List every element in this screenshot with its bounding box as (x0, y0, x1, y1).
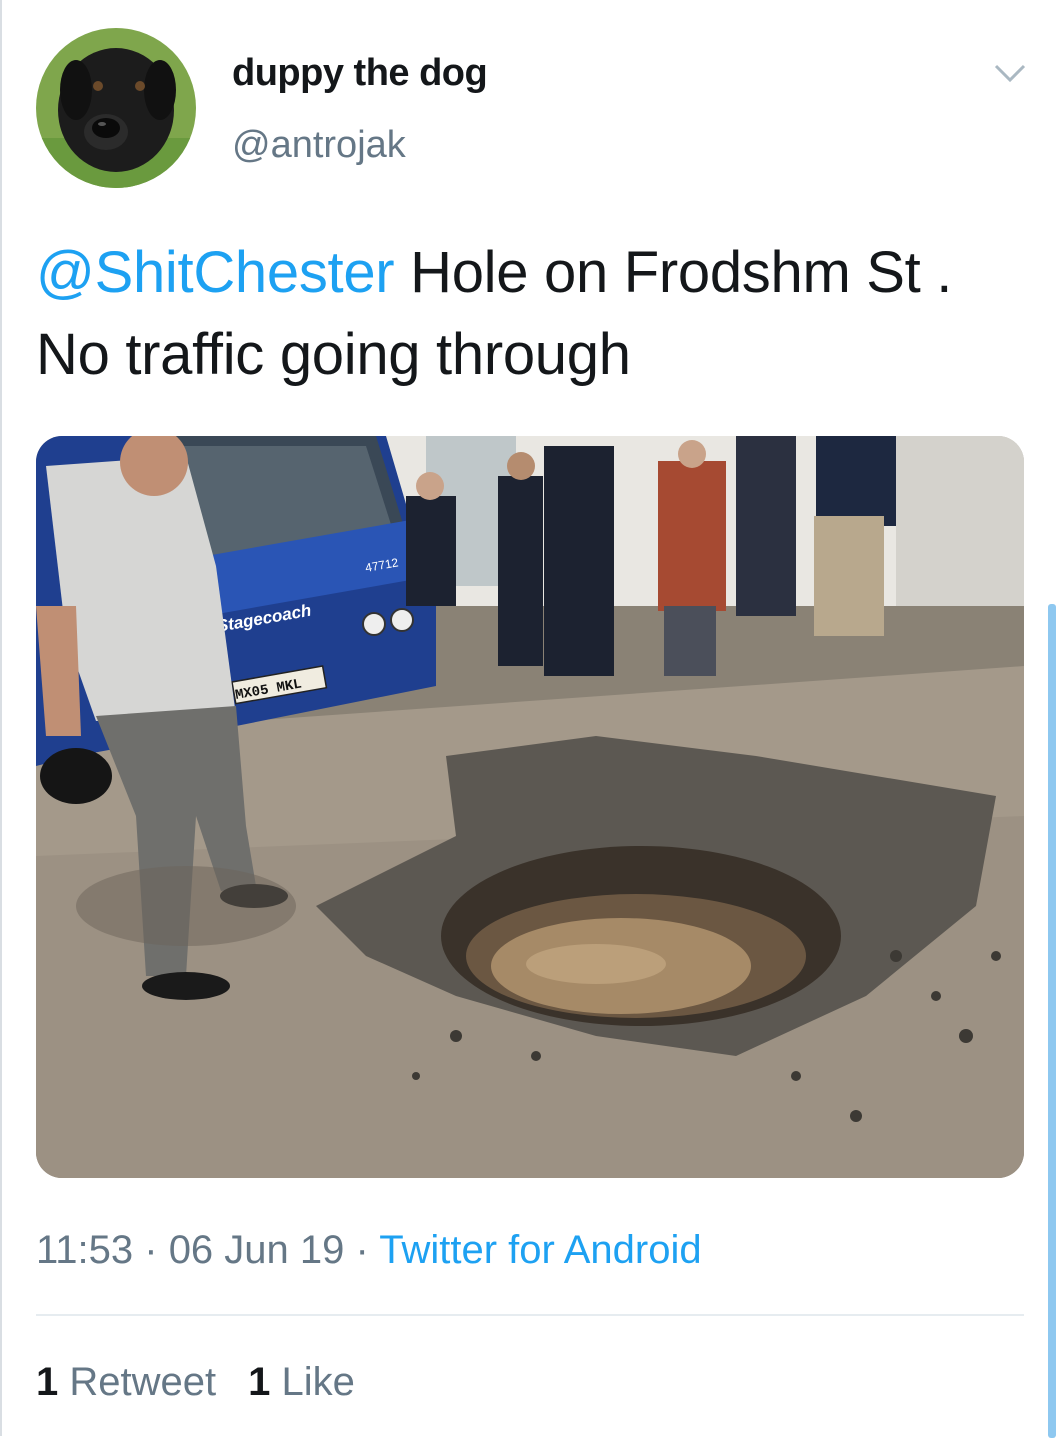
tweet-stats: 1 Retweet 1 Like (36, 1360, 387, 1405)
scrollbar[interactable] (1048, 604, 1056, 1438)
likes-stat[interactable]: 1 Like (248, 1360, 355, 1404)
tweet-date: 06 Jun 19 (168, 1228, 345, 1272)
tweet-meta: 11:53 · 06 Jun 19 · Twitter for Android (36, 1228, 702, 1273)
mention-link[interactable]: @ShitChester (36, 240, 395, 305)
tweet-time: 11:53 (36, 1228, 134, 1272)
likes-count: 1 (248, 1360, 271, 1404)
pothole-photo: Stagecoach 47712 MX05 MKL (36, 436, 1024, 1178)
dog-avatar-icon (36, 28, 196, 188)
retweets-stat[interactable]: 1 Retweet (36, 1360, 216, 1404)
tweet-photo[interactable]: Stagecoach 47712 MX05 MKL (36, 436, 1024, 1178)
tweet-text: @ShitChester Hole on Frodshm St . No tra… (36, 232, 1026, 396)
retweets-count: 1 (36, 1360, 59, 1404)
display-name[interactable]: duppy the dog (232, 52, 488, 95)
meta-separator-1: · (133, 1228, 169, 1272)
retweets-label: Retweet (69, 1360, 217, 1404)
author-avatar[interactable] (36, 28, 196, 188)
tweet-source-link[interactable]: Twitter for Android (379, 1228, 701, 1272)
chevron-down-icon[interactable] (990, 58, 1030, 88)
likes-label: Like (281, 1360, 355, 1404)
user-handle[interactable]: @antrojak (232, 124, 406, 167)
meta-separator-2: · (344, 1228, 380, 1272)
divider (36, 1314, 1024, 1316)
